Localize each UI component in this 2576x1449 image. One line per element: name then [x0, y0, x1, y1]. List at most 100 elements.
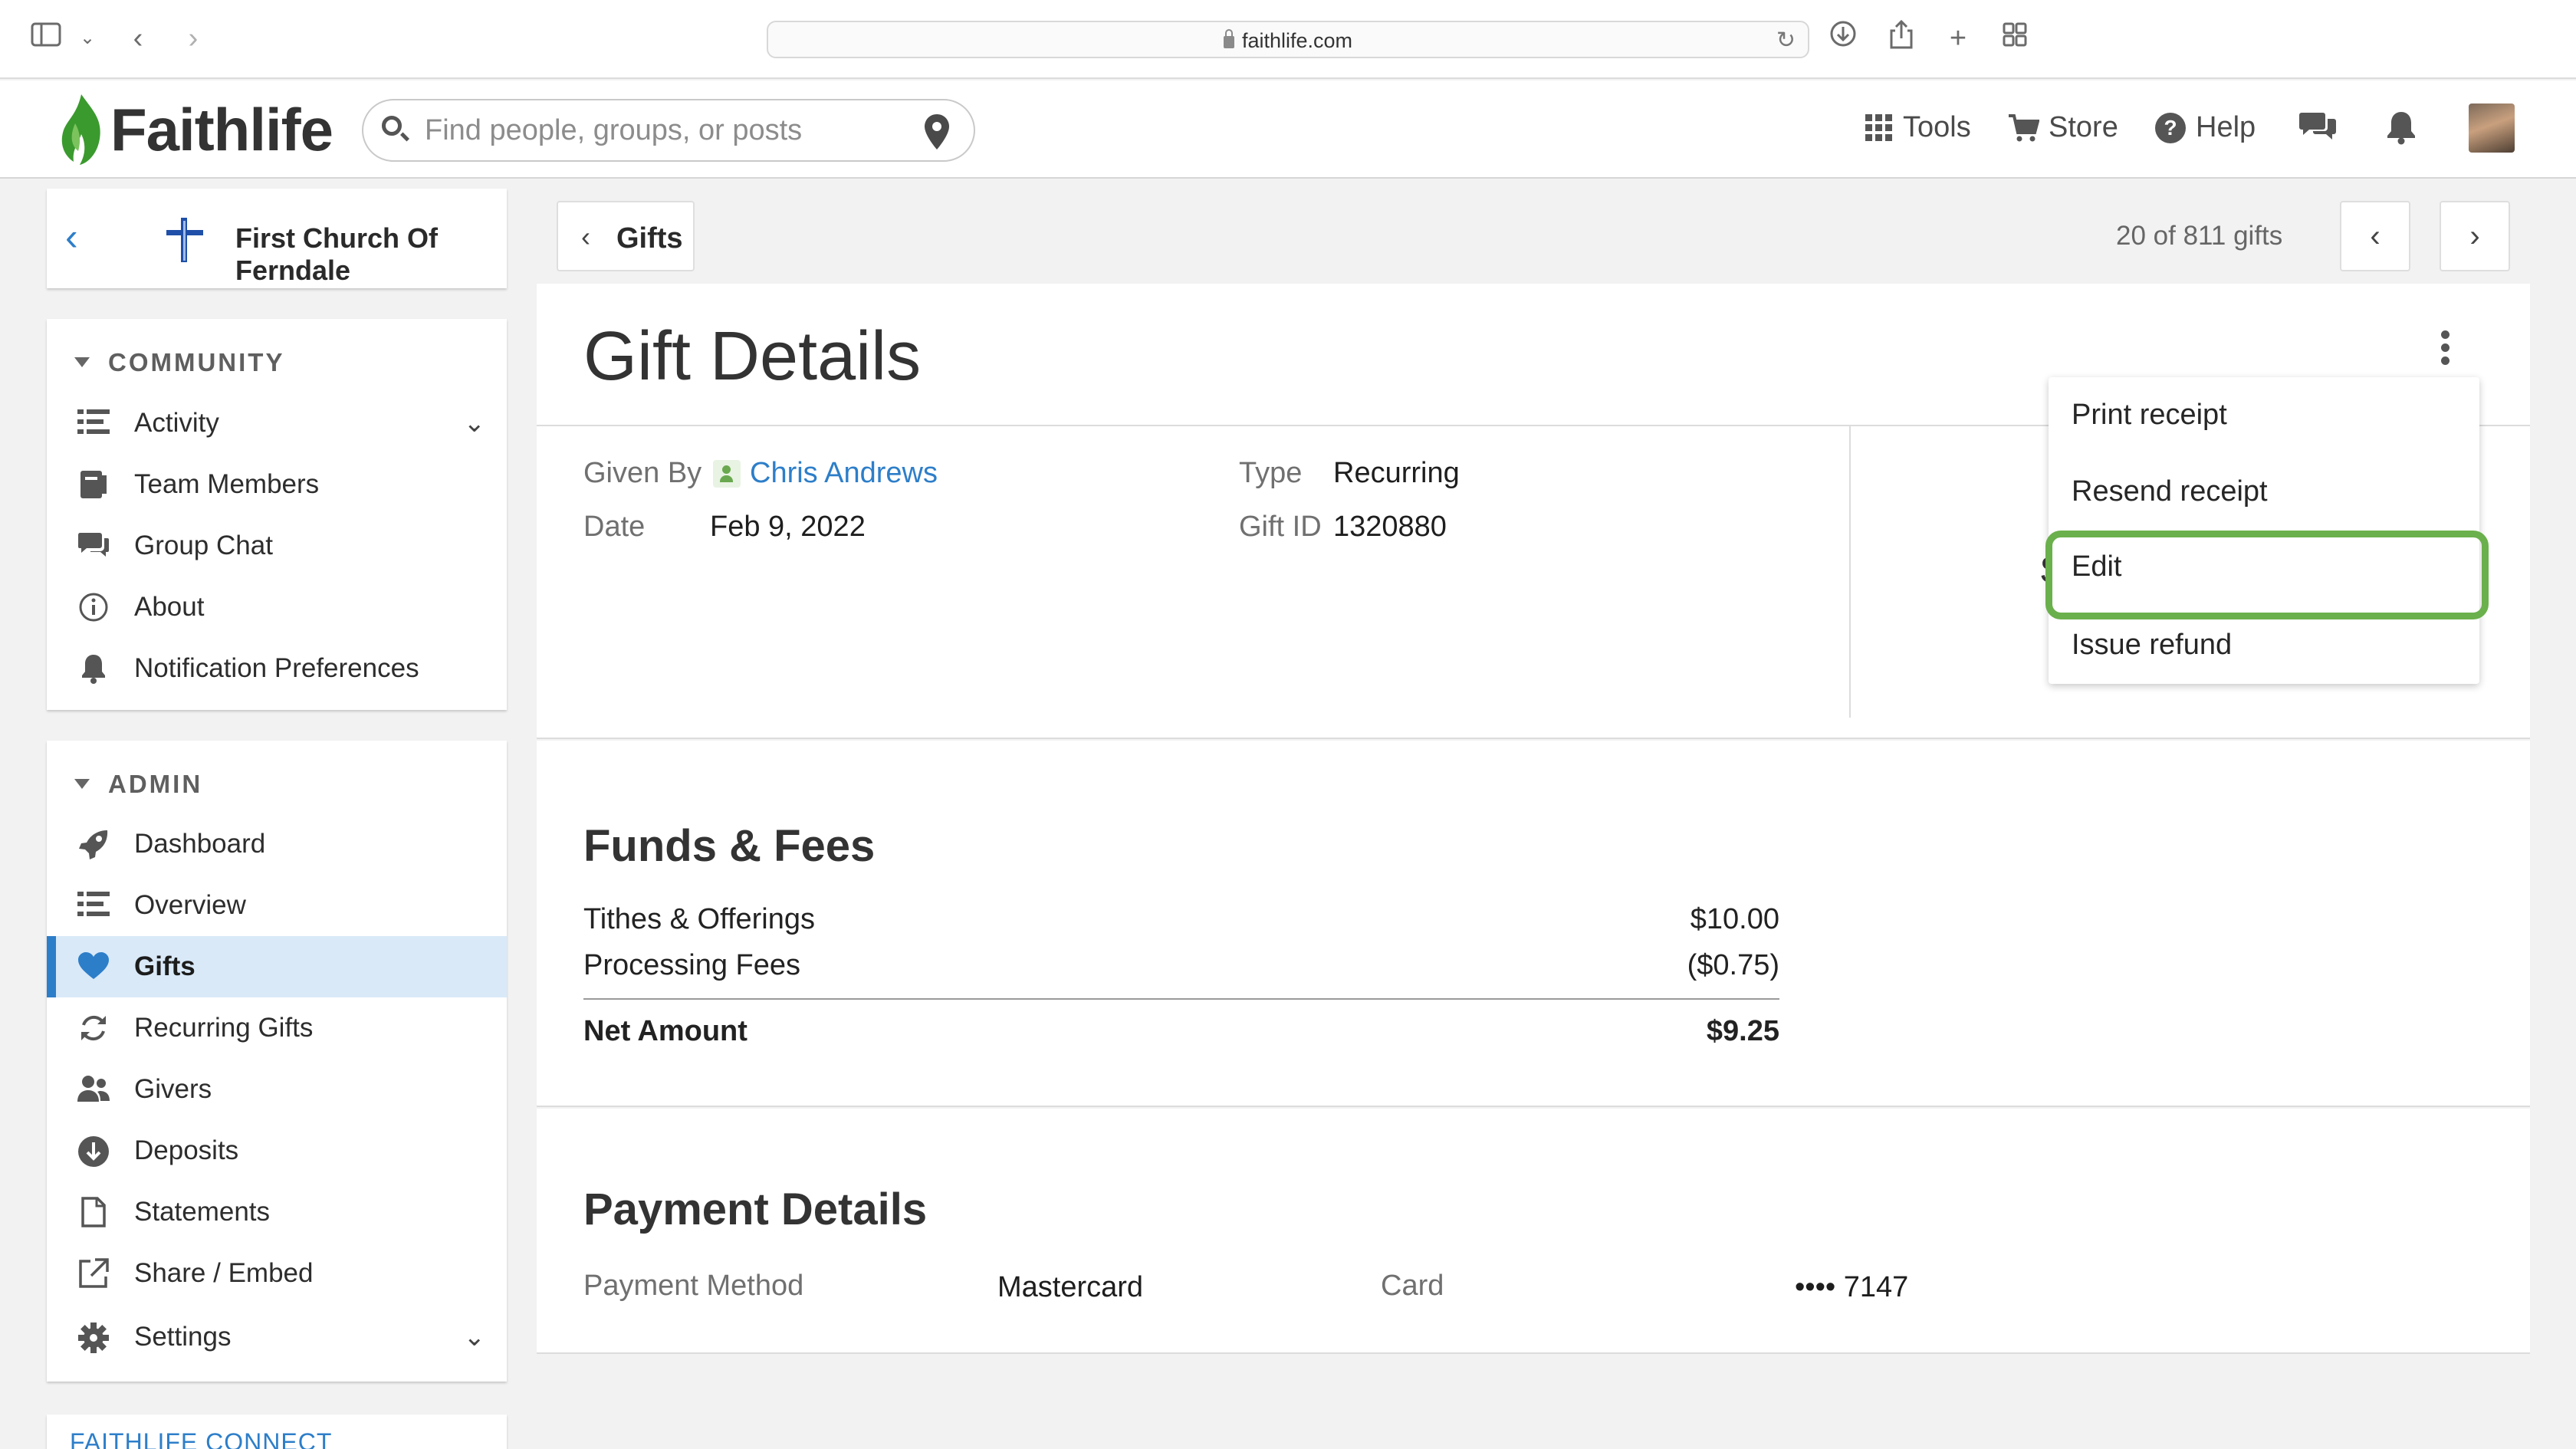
- store-label: Store: [2049, 111, 2118, 143]
- sidebar-item-label: Team Members: [134, 469, 320, 499]
- fee-row: Processing Fees ($0.75): [583, 943, 1779, 986]
- sidebar-item-dashboard[interactable]: Dashboard: [47, 813, 507, 875]
- store-link[interactable]: Store: [2007, 111, 2118, 144]
- back-arrow-icon[interactable]: ‹: [120, 20, 156, 57]
- sidebar-item-share-embed[interactable]: Share / Embed: [47, 1243, 507, 1304]
- net-amount-value: $9.25: [1706, 1015, 1779, 1047]
- admin-heading[interactable]: ADMIN: [74, 770, 202, 799]
- card-label: Card: [1381, 1270, 1444, 1302]
- forward-arrow-icon[interactable]: ›: [175, 20, 212, 57]
- sidebar-item-label: Recurring Gifts: [134, 1013, 314, 1043]
- bell-icon: [2387, 112, 2415, 145]
- menu-item-edit[interactable]: Edit: [2045, 529, 2489, 619]
- community-heading[interactable]: COMMUNITY: [74, 348, 284, 377]
- sidebar-item-label: Group Chat: [134, 531, 273, 560]
- menu-item-issue-refund[interactable]: Issue refund: [2049, 607, 2479, 684]
- sidebar-item-overview[interactable]: Overview: [47, 875, 507, 936]
- tab-overview-icon[interactable]: [1996, 20, 2033, 57]
- help-link[interactable]: ? Help: [2154, 111, 2256, 144]
- fund-label: Tithes & Offerings: [583, 903, 816, 935]
- expand-chevron-icon[interactable]: ⌄: [464, 1322, 486, 1352]
- page-title: Gift Details: [583, 318, 922, 395]
- grid-icon: [1865, 113, 1892, 141]
- notifications-button[interactable]: [2384, 110, 2418, 145]
- sidebar-toggle-icon[interactable]: [28, 20, 64, 57]
- back-to-gifts-button[interactable]: ‹ Gifts: [557, 201, 695, 271]
- share-icon[interactable]: [1883, 19, 1920, 57]
- sidebar-item-givers[interactable]: Givers: [47, 1059, 507, 1120]
- search-icon: [382, 116, 402, 136]
- sidebar-item-settings[interactable]: Settings ⌄: [47, 1306, 507, 1368]
- giver-name[interactable]: Chris Andrews: [750, 457, 938, 490]
- payment-method-label: Payment Method: [583, 1270, 804, 1302]
- type-value: Recurring: [1333, 457, 1460, 489]
- flame-logo-icon: [61, 94, 100, 165]
- sidebar-item-about[interactable]: About: [47, 577, 507, 638]
- bell-icon: [76, 653, 111, 684]
- sidebar-item-statements[interactable]: Statements: [47, 1181, 507, 1243]
- faithlife-connect-heading[interactable]: FAITHLIFE CONNECT: [70, 1428, 332, 1449]
- fund-row: Tithes & Offerings $10.00: [583, 897, 1779, 940]
- sidebar-item-label: Dashboard: [134, 829, 266, 859]
- payment-method-value: Mastercard: [997, 1271, 1144, 1303]
- tools-label: Tools: [1903, 111, 1971, 143]
- back-chevron-icon[interactable]: ‹: [65, 215, 78, 259]
- menu-item-print-receipt[interactable]: Print receipt: [2049, 377, 2479, 454]
- fund-amount: $10.00: [1690, 903, 1779, 935]
- sidebar-item-team-members[interactable]: Team Members: [47, 454, 507, 515]
- search-input[interactable]: [425, 111, 885, 150]
- admin-heading-label: ADMIN: [108, 770, 203, 798]
- download-icon[interactable]: [1825, 20, 1861, 57]
- givers-icon: [76, 1074, 111, 1105]
- net-amount-row: Net Amount $9.25: [583, 998, 1779, 1052]
- sidebar-item-activity[interactable]: Activity ⌄: [47, 393, 507, 454]
- church-name[interactable]: First Church Of Ferndale: [235, 222, 507, 287]
- sidebar-item-group-chat[interactable]: Group Chat: [47, 515, 507, 577]
- document-icon: [76, 1197, 111, 1227]
- gift-actions-menu: Print receipt Resend receipt Edit Issue …: [2045, 377, 2489, 684]
- sidebar-item-label: Activity: [134, 408, 219, 438]
- card-value: •••• 7147: [1795, 1271, 1909, 1303]
- community-section: COMMUNITY Activity ⌄ Team Members Group …: [47, 319, 507, 710]
- gift-counter: 20 of 811 gifts: [2116, 221, 2283, 251]
- faithlife-logo[interactable]: Faithlife: [58, 91, 334, 168]
- menu-item-resend-receipt[interactable]: Resend receipt: [2049, 454, 2479, 531]
- sidebar-item-label: Givers: [134, 1074, 212, 1104]
- help-question-icon: ?: [2155, 112, 2186, 143]
- payment-details-panel: Payment Details Payment Method Mastercar…: [537, 1109, 2530, 1354]
- messages-button[interactable]: [2298, 110, 2337, 143]
- user-avatar[interactable]: [2469, 104, 2515, 153]
- admin-section: ADMIN Dashboard Overview Gifts Recurring…: [47, 741, 507, 1382]
- sidebar-item-label: Deposits: [134, 1135, 239, 1165]
- browser-toolbar: ⌄ ‹ › faithlife.com ↻ +: [0, 0, 2576, 79]
- address-bar[interactable]: faithlife.com ↻: [767, 21, 1809, 58]
- gifts-back-label: Gifts: [616, 222, 683, 255]
- sidebar-item-label: Settings: [134, 1322, 232, 1352]
- sidebar-item-gifts[interactable]: Gifts: [47, 936, 507, 997]
- location-pin-icon[interactable]: [922, 113, 952, 151]
- sidebar-item-notification-preferences[interactable]: Notification Preferences: [47, 638, 507, 699]
- overview-list-icon: [76, 890, 111, 921]
- share-external-icon: [76, 1258, 111, 1289]
- given-by-label: Given By: [583, 457, 702, 489]
- chevron-right-icon: ›: [2469, 219, 2480, 253]
- more-options-icon[interactable]: [2433, 328, 2456, 374]
- previous-gift-button[interactable]: ‹: [2340, 201, 2410, 271]
- chat-bubbles-icon: [2299, 113, 2336, 140]
- sidebar-item-recurring-gifts[interactable]: Recurring Gifts: [47, 997, 507, 1059]
- gift-id-label: Gift ID: [1239, 511, 1322, 543]
- search-bar[interactable]: [362, 99, 975, 162]
- reload-icon[interactable]: ↻: [1776, 27, 1796, 54]
- chevron-left-icon: ‹: [581, 221, 590, 252]
- divider: [1849, 426, 1851, 718]
- expand-chevron-icon[interactable]: ⌄: [464, 408, 486, 439]
- sidebar-item-deposits[interactable]: Deposits: [47, 1120, 507, 1181]
- rocket-icon: [76, 829, 111, 859]
- new-tab-icon[interactable]: +: [1940, 20, 1976, 57]
- chevron-down-icon[interactable]: ⌄: [69, 20, 106, 57]
- next-gift-button[interactable]: ›: [2440, 201, 2510, 271]
- svg-text:?: ?: [2164, 116, 2177, 140]
- net-amount-label: Net Amount: [583, 1015, 748, 1047]
- tools-menu[interactable]: Tools: [1865, 111, 1971, 144]
- giver-link[interactable]: Chris Andrews: [713, 457, 938, 490]
